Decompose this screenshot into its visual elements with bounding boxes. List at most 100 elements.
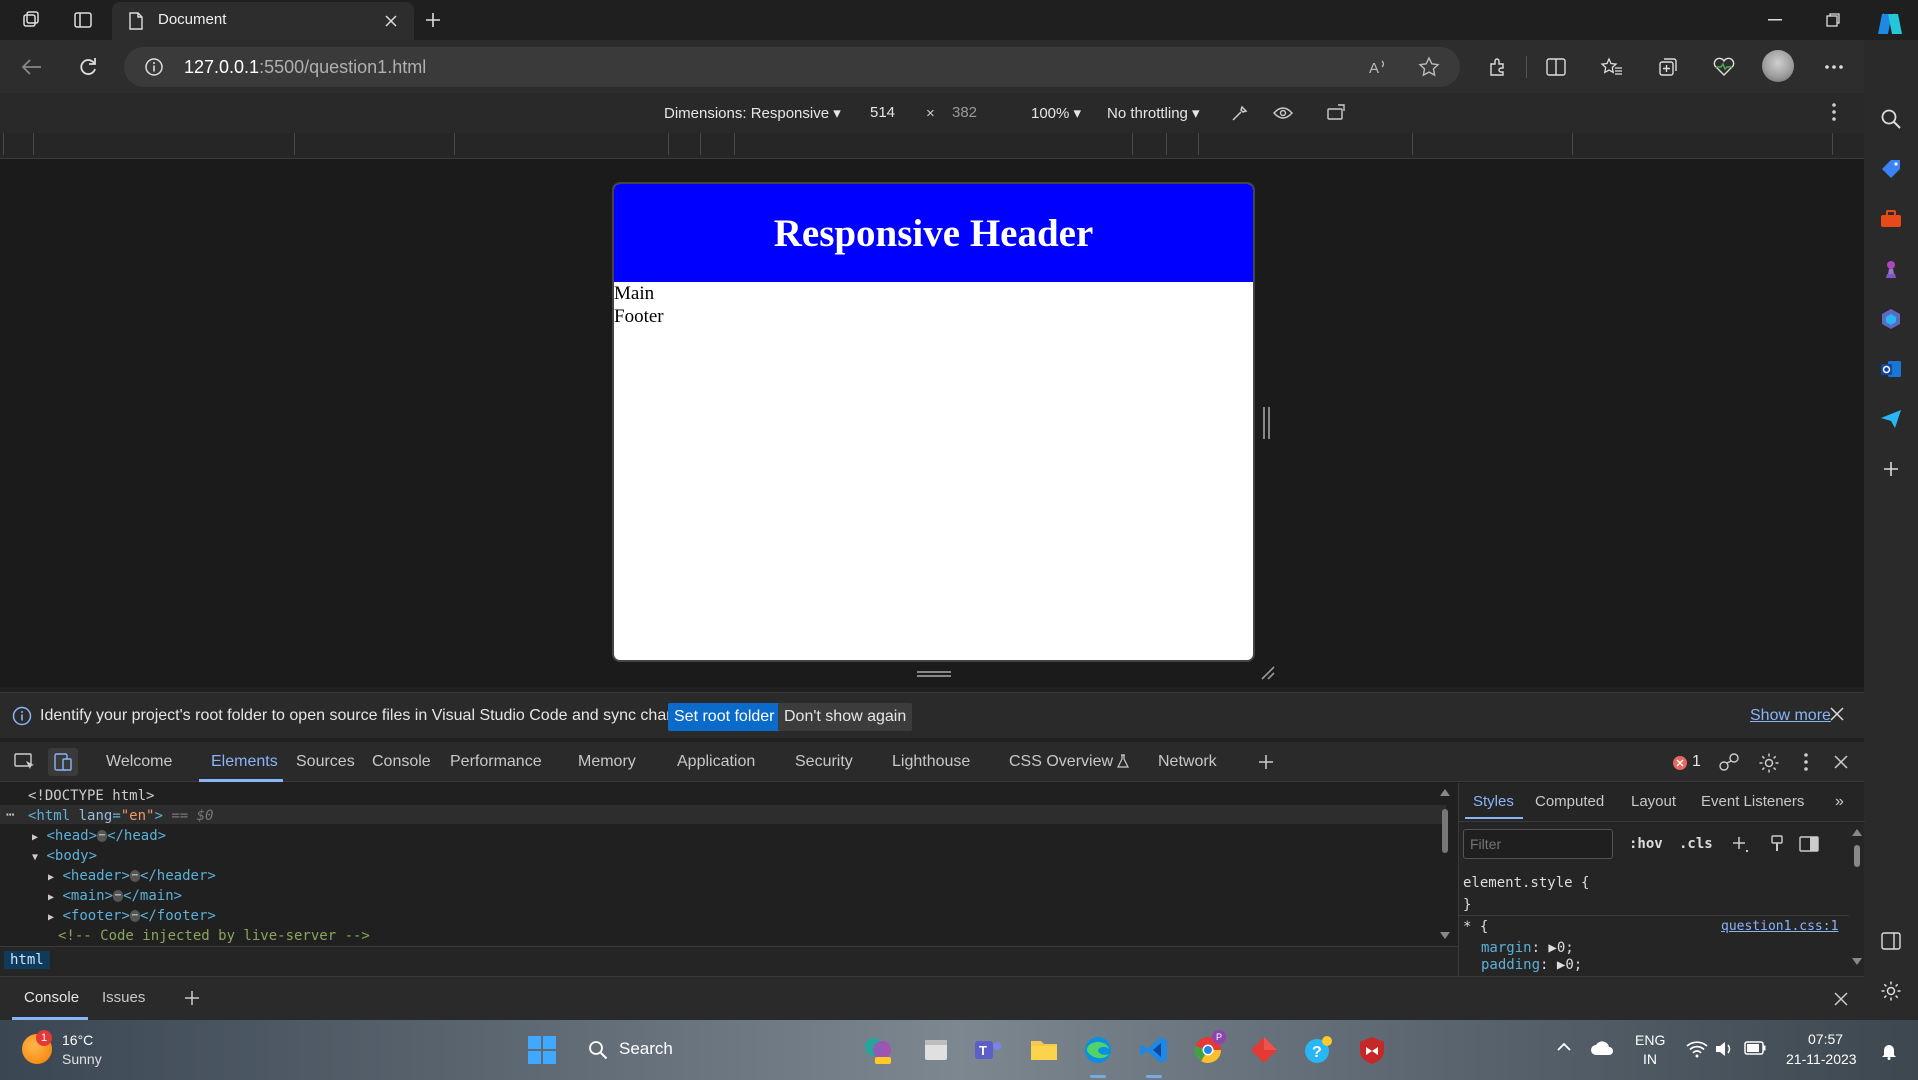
favorites-icon[interactable] xyxy=(1598,54,1626,80)
styles-tab-layout[interactable]: Layout xyxy=(1631,793,1676,810)
start-windows-icon[interactable] xyxy=(526,1034,558,1066)
paint-brush-icon[interactable] xyxy=(1769,835,1785,853)
tab-application[interactable]: Application xyxy=(677,753,755,771)
height-input[interactable]: 382 xyxy=(952,104,977,121)
resize-handle-corner[interactable] xyxy=(1260,665,1276,681)
styles-filter-input[interactable] xyxy=(1463,829,1613,859)
dom-footer-node[interactable]: ▶ <footer> ⋯ </footer> xyxy=(48,908,216,924)
device-toolbar-toggle-icon[interactable] xyxy=(48,748,78,776)
elements-dom-tree[interactable]: <!DOCTYPE html> ⋯ <html lang="en"> == $0… xyxy=(0,783,1458,946)
more-tools-plus-icon[interactable] xyxy=(1258,754,1274,770)
edge-browser-icon[interactable] xyxy=(1082,1034,1114,1066)
browser-essentials-icon[interactable] xyxy=(1710,54,1738,80)
close-infobar-icon[interactable] xyxy=(1830,707,1844,721)
close-drawer-icon[interactable] xyxy=(1834,992,1848,1006)
tab-security[interactable]: Security xyxy=(795,753,853,771)
tab-css-overview[interactable]: CSS Overview xyxy=(1009,753,1130,771)
refresh-icon[interactable] xyxy=(74,54,102,80)
dom-body-node[interactable]: ▼ <body> xyxy=(32,848,97,864)
hide-sidebar-icon[interactable] xyxy=(1878,928,1904,954)
error-count-icon[interactable] xyxy=(1672,755,1688,771)
red-diamond-app-icon[interactable] xyxy=(1248,1034,1280,1066)
dom-header-node[interactable]: ▶ <header> ⋯ </header> xyxy=(48,868,216,884)
games-chess-icon[interactable] xyxy=(1878,256,1904,282)
dom-comment-node[interactable]: <!-- Code injected by live-server --> xyxy=(58,928,370,944)
shopping-tag-icon[interactable] xyxy=(1878,156,1904,182)
copilot-pre-icon[interactable] xyxy=(862,1034,894,1066)
dom-selected-row[interactable] xyxy=(0,805,1446,824)
styles-tab-styles[interactable]: Styles xyxy=(1473,793,1514,810)
error-count[interactable]: 1 xyxy=(1692,753,1701,771)
wifi-icon[interactable] xyxy=(1686,1040,1708,1058)
profile-avatar[interactable] xyxy=(1762,50,1794,82)
dont-show-again-button[interactable]: Don't show again xyxy=(778,703,913,731)
width-input[interactable]: 514 xyxy=(870,104,895,121)
tab-console[interactable]: Console xyxy=(372,753,431,771)
margin-declaration[interactable]: margin: ▶0; xyxy=(1481,940,1574,956)
stylesheet-source-link[interactable]: question1.css:1 xyxy=(1721,919,1838,934)
minimize-icon[interactable] xyxy=(1752,8,1798,32)
favorite-star-icon[interactable] xyxy=(1418,56,1440,78)
eyedropper-icon[interactable] xyxy=(1230,103,1250,123)
language-indicator-bottom[interactable]: IN xyxy=(1643,1051,1657,1067)
dom-scrollbar[interactable] xyxy=(1440,789,1450,939)
set-root-folder-button[interactable]: Set root folder xyxy=(668,703,781,731)
taskbar-search-icon[interactable] xyxy=(588,1040,608,1060)
new-tab-icon[interactable] xyxy=(420,8,446,32)
drawer-tab-console[interactable]: Console xyxy=(24,989,79,1006)
language-indicator-top[interactable]: ENG xyxy=(1635,1032,1665,1048)
battery-icon[interactable] xyxy=(1744,1041,1766,1055)
notification-bell-icon[interactable] xyxy=(1880,1042,1898,1060)
styles-scrollbar[interactable] xyxy=(1852,829,1862,965)
devtools-more-icon[interactable] xyxy=(1804,753,1808,771)
device-more-icon[interactable] xyxy=(1832,103,1836,121)
back-icon[interactable] xyxy=(18,54,46,80)
devtools-settings-icon[interactable] xyxy=(1758,752,1780,774)
dom-row-menu-icon[interactable]: ⋯ xyxy=(6,807,14,823)
outlook-icon[interactable] xyxy=(1878,356,1904,382)
browser-tab-active[interactable]: Document xyxy=(112,2,414,40)
add-sidebar-app-icon[interactable] xyxy=(1878,456,1904,482)
universal-selector-rule[interactable]: * { xyxy=(1463,919,1488,935)
resize-handle-right[interactable] xyxy=(1263,407,1270,439)
workspaces-icon[interactable] xyxy=(18,8,44,32)
read-aloud-icon[interactable]: A xyxy=(1368,57,1390,77)
tab-sources[interactable]: Sources xyxy=(296,753,355,771)
mcafee-icon[interactable] xyxy=(1356,1034,1388,1066)
live-server-link-icon[interactable] xyxy=(1718,752,1740,772)
more-options-icon[interactable] xyxy=(1820,54,1848,80)
tab-performance[interactable]: Performance xyxy=(450,753,542,771)
dom-doctype[interactable]: <!DOCTYPE html> xyxy=(28,788,154,804)
class-toggle[interactable]: .cls xyxy=(1679,836,1713,852)
volume-icon[interactable] xyxy=(1714,1040,1734,1058)
weather-desc[interactable]: Sunny xyxy=(62,1051,102,1067)
inspect-element-icon[interactable] xyxy=(14,752,36,772)
padding-declaration[interactable]: padding: ▶0; xyxy=(1481,957,1582,973)
new-style-rule-icon[interactable] xyxy=(1731,835,1749,853)
teams-icon[interactable]: T xyxy=(972,1034,1004,1066)
task-view-icon[interactable] xyxy=(920,1034,952,1066)
styles-tab-computed[interactable]: Computed xyxy=(1535,793,1604,810)
search-icon[interactable] xyxy=(1878,106,1904,132)
dimensions-select[interactable]: Dimensions: Responsive ▾ xyxy=(664,104,841,122)
dom-head-node[interactable]: ▶ <head> ⋯ </head> xyxy=(32,828,166,844)
tab-network[interactable]: Network xyxy=(1158,753,1217,771)
toggle-sidebar-icon[interactable] xyxy=(1799,835,1819,853)
file-explorer-icon[interactable] xyxy=(1028,1034,1060,1066)
vision-deficiency-icon[interactable] xyxy=(1272,103,1294,123)
clock-date[interactable]: 21-11-2023 xyxy=(1786,1051,1857,1067)
styles-tab-event-listeners[interactable]: Event Listeners xyxy=(1701,793,1804,810)
tab-elements[interactable]: Elements xyxy=(211,753,278,771)
close-tab-icon[interactable] xyxy=(384,14,398,28)
drawer-tab-issues[interactable]: Issues xyxy=(102,989,145,1006)
dom-html-node[interactable]: <html lang="en"> == $0 xyxy=(28,808,214,824)
tab-memory[interactable]: Memory xyxy=(578,753,636,771)
rotate-icon[interactable] xyxy=(1326,103,1348,123)
tab-lighthouse[interactable]: Lighthouse xyxy=(892,753,970,771)
drop-send-icon[interactable] xyxy=(1878,406,1904,432)
more-tabs-chevron-icon[interactable]: » xyxy=(1835,793,1844,811)
restore-icon[interactable] xyxy=(1810,8,1856,32)
tools-briefcase-icon[interactable] xyxy=(1878,206,1904,232)
resize-handle-bottom[interactable] xyxy=(917,671,951,677)
get-help-icon[interactable]: ? xyxy=(1302,1034,1334,1066)
